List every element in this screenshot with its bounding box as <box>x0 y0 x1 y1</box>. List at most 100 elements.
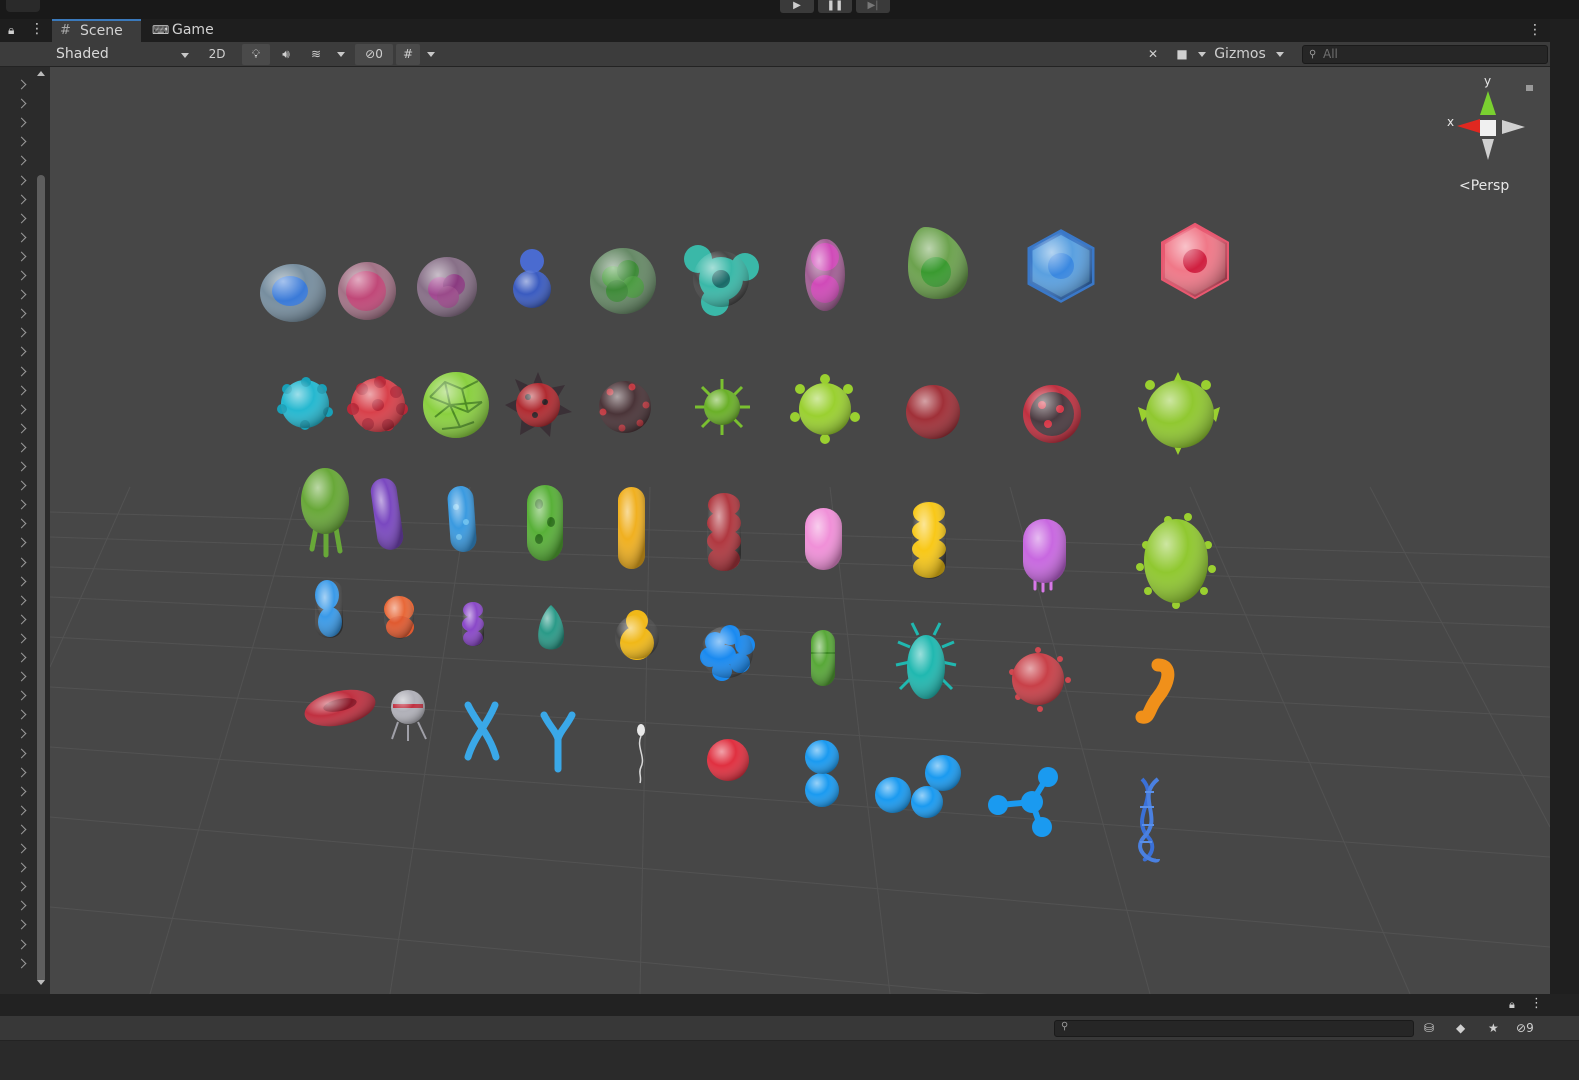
expand-chevron-icon[interactable] <box>16 194 27 205</box>
red-spiky-virus[interactable] <box>505 372 572 437</box>
gizmo-neg-y-axis[interactable] <box>1482 139 1494 160</box>
expand-chevron-icon[interactable] <box>16 862 27 873</box>
grid-dropdown[interactable] <box>422 44 440 65</box>
pink-double-cell[interactable] <box>805 239 845 311</box>
blue-cell[interactable] <box>260 264 326 322</box>
expand-chevron-icon[interactable] <box>16 155 27 166</box>
expand-chevron-icon[interactable] <box>16 117 27 128</box>
sperm-cell[interactable] <box>637 724 645 784</box>
green-pill[interactable] <box>811 630 835 686</box>
scroll-up-icon[interactable] <box>37 71 45 76</box>
violet-jelly[interactable] <box>1023 519 1066 593</box>
expand-chevron-icon[interactable] <box>16 270 27 281</box>
expand-chevron-icon[interactable] <box>16 499 27 510</box>
hidden-packages-button[interactable]: ⊘9 <box>1516 1021 1534 1035</box>
expand-chevron-icon[interactable] <box>16 690 27 701</box>
expand-chevron-icon[interactable] <box>16 652 27 663</box>
gizmos-button[interactable]: Gizmos <box>1212 44 1268 65</box>
expand-chevron-icon[interactable] <box>16 136 27 147</box>
expand-chevron-icon[interactable] <box>16 385 27 396</box>
pink-hex-cell[interactable] <box>1161 222 1229 300</box>
lime-virus[interactable] <box>790 374 860 444</box>
red-blood-cell[interactable] <box>301 684 378 732</box>
tools-button[interactable]: ✕ <box>1140 44 1166 65</box>
green-mesh-virus[interactable] <box>423 372 489 438</box>
filter-by-type-icon[interactable]: ⛁ <box>1424 1021 1434 1035</box>
scrollbar-thumb[interactable] <box>37 175 45 983</box>
blue-molecule[interactable] <box>988 767 1058 837</box>
purple-cell[interactable] <box>417 257 477 317</box>
expand-chevron-icon[interactable] <box>16 289 27 300</box>
lighting-toggle-button[interactable]: 💡︎ <box>242 44 270 65</box>
blue-hex-cell[interactable] <box>1027 229 1095 303</box>
green-jelly-bacteria[interactable] <box>301 468 349 558</box>
gizmo-x-axis[interactable] <box>1457 119 1480 133</box>
project-search-input[interactable]: ⚲ <box>1054 1020 1414 1037</box>
expand-chevron-icon[interactable] <box>16 748 27 758</box>
blue-snowman-cell[interactable] <box>513 249 551 308</box>
expand-chevron-icon[interactable] <box>16 671 27 682</box>
red-bumpy-virus[interactable] <box>347 376 408 432</box>
expand-chevron-icon[interactable] <box>16 614 27 625</box>
expand-chevron-icon[interactable] <box>16 824 27 835</box>
scene-canvas[interactable] <box>50 67 1550 994</box>
kebab-menu-icon[interactable]: ⋮ <box>1530 997 1543 1011</box>
camera-button[interactable]: ■ <box>1170 44 1194 65</box>
blue-two-atoms[interactable] <box>805 740 839 807</box>
teal-bug[interactable] <box>895 622 957 699</box>
purple-trio[interactable] <box>462 602 484 646</box>
expand-chevron-icon[interactable] <box>16 232 27 243</box>
lime-oval-bacteria[interactable] <box>1136 513 1216 609</box>
gizmos-dropdown[interactable] <box>1270 44 1290 65</box>
scene-visibility-button[interactable]: ⊘0 <box>355 44 393 65</box>
tab-scene[interactable]: # Scene <box>52 19 141 42</box>
expand-chevron-icon[interactable] <box>16 98 27 109</box>
expand-chevron-icon[interactable] <box>16 251 27 262</box>
hierarchy-scrollbar[interactable] <box>34 67 48 994</box>
tab-game[interactable]: ⌨ Game <box>150 19 220 42</box>
favorite-star-icon[interactable]: ★ <box>1488 1021 1499 1035</box>
gizmo-neg-x-axis[interactable] <box>1502 120 1525 134</box>
expand-chevron-icon[interactable] <box>16 939 27 949</box>
effects-dropdown[interactable] <box>332 44 350 65</box>
gizmo-center-cube[interactable] <box>1480 120 1496 136</box>
scene-viewport[interactable]: x y <Persp <box>50 67 1550 994</box>
expand-chevron-icon[interactable] <box>16 423 27 434</box>
gizmo-lock-icon[interactable] <box>1526 85 1533 91</box>
green-spike-virus[interactable] <box>695 379 750 435</box>
expand-chevron-icon[interactable] <box>16 308 27 319</box>
expand-chevron-icon[interactable] <box>16 576 27 587</box>
green-spotted-rod[interactable] <box>527 485 563 561</box>
y-chromosome[interactable] <box>540 711 576 773</box>
orange-worm[interactable] <box>1135 658 1175 724</box>
expand-chevron-icon[interactable] <box>16 518 27 529</box>
lock-icon[interactable]: 🔒︎ <box>8 23 14 37</box>
yellow-chain[interactable] <box>912 501 946 579</box>
expand-chevron-icon[interactable] <box>16 557 27 567</box>
shading-mode-dropdown[interactable]: Shaded <box>50 44 194 65</box>
pink-rod[interactable] <box>805 508 842 570</box>
tab-menu-icon[interactable]: ⋮ <box>1528 23 1542 37</box>
gizmo-y-axis[interactable] <box>1480 91 1496 115</box>
expand-chevron-icon[interactable] <box>16 442 27 453</box>
audio-toggle-button[interactable]: 🔊︎ <box>272 44 300 65</box>
expand-chevron-icon[interactable] <box>16 213 27 224</box>
expand-chevron-icon[interactable] <box>16 709 27 720</box>
orange-duo[interactable] <box>384 595 414 639</box>
red-chain[interactable] <box>707 493 741 571</box>
blue-duo[interactable] <box>315 580 343 638</box>
pink-cell[interactable] <box>338 262 396 320</box>
toggle-2d-button[interactable]: 2D <box>202 44 232 65</box>
blue-rod[interactable] <box>447 485 478 553</box>
expand-chevron-icon[interactable] <box>16 366 27 376</box>
teal-tri-cell[interactable] <box>684 245 759 316</box>
expand-chevron-icon[interactable] <box>16 537 27 548</box>
dark-red-sphere[interactable] <box>906 385 960 439</box>
expand-chevron-icon[interactable] <box>16 728 27 739</box>
expand-chevron-icon[interactable] <box>16 805 27 816</box>
dna-helix[interactable] <box>1138 777 1160 863</box>
pause-button[interactable]: ❚❚ <box>818 0 852 13</box>
lock-icon[interactable]: 🔒︎ <box>1509 998 1515 1012</box>
expand-chevron-icon[interactable] <box>16 595 27 606</box>
expand-chevron-icon[interactable] <box>16 958 27 969</box>
